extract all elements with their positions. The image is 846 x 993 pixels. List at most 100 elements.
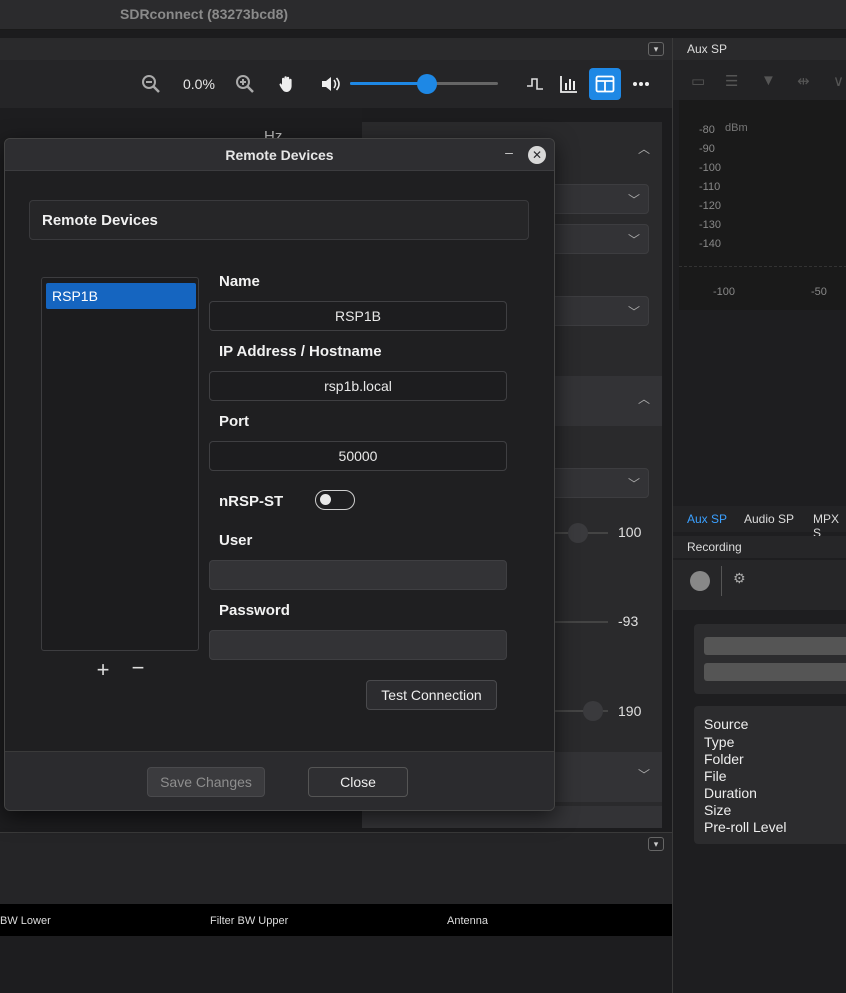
window-title: SDRconnect (83273bcd8) xyxy=(120,6,289,22)
dialog-footer: Save Changes Close xyxy=(5,751,554,810)
chevron-down-icon: ﹀ xyxy=(627,477,640,491)
column-header[interactable]: BW Lower xyxy=(0,915,51,927)
window-titlebar: SDRconnect (83273bcd8) xyxy=(0,0,846,30)
chart-icon[interactable] xyxy=(558,74,580,96)
db-label: -140 xyxy=(699,238,722,250)
info-label: Source xyxy=(704,716,749,732)
remote-devices-dialog: Remote Devices – ✕ Remote Devices RSP1B … xyxy=(4,138,555,811)
minimize-icon[interactable]: – xyxy=(502,144,516,160)
remove-device-button[interactable]: − xyxy=(128,655,148,681)
info-label: Type xyxy=(704,734,735,750)
aux-spectrum[interactable]: dBm -80 -90 -100 -110 -120 -130 -140 -10… xyxy=(679,100,846,310)
volume-knob[interactable] xyxy=(416,74,437,94)
info-label: Pre-roll Level xyxy=(704,819,787,835)
password-field[interactable] xyxy=(209,630,507,660)
port-label: Port xyxy=(219,413,249,430)
layout-button[interactable] xyxy=(589,68,621,100)
aux-toolbar: ▭ ☰ ▼ ⇹ ∨ xyxy=(673,60,846,100)
name-field[interactable] xyxy=(209,301,507,331)
ip-field[interactable] xyxy=(209,371,507,401)
add-device-button[interactable]: + xyxy=(93,657,113,683)
password-label: Password xyxy=(219,602,290,619)
volume-slider[interactable] xyxy=(350,74,498,94)
collapse-icon[interactable]: ︿ xyxy=(638,140,650,157)
more-icon[interactable] xyxy=(630,74,652,96)
recording-meters xyxy=(694,624,846,694)
user-field[interactable] xyxy=(209,560,507,590)
info-label: Duration xyxy=(704,785,757,801)
aux-title: Aux SP xyxy=(687,42,728,56)
chevron-down-icon: ﹀ xyxy=(627,305,640,319)
toolbar-strip: ▾ xyxy=(0,38,672,60)
chevron-down-icon: ﹀ xyxy=(627,193,640,207)
main-toolbar: 0.0% xyxy=(0,60,672,108)
name-label: Name xyxy=(219,273,260,290)
recording-header: Recording xyxy=(673,536,846,558)
recording-title: Recording xyxy=(687,540,742,554)
close-icon[interactable]: ✕ xyxy=(528,146,546,164)
value-190: 190 xyxy=(618,703,642,719)
db-label: -80 xyxy=(699,124,715,136)
db-label: -90 xyxy=(699,143,715,155)
spectrum-ticks xyxy=(679,266,846,276)
layout-icon xyxy=(595,75,615,93)
resize-icon[interactable]: ⇹ xyxy=(797,72,810,90)
table-header: BW Lower Filter BW Upper Antenna xyxy=(0,904,672,936)
marker-icon[interactable]: ∨ xyxy=(833,72,844,90)
waveform-icon[interactable] xyxy=(524,74,546,96)
value-100: 100 xyxy=(618,524,642,540)
user-label: User xyxy=(219,532,253,549)
recording-info: Source Type Folder File Duration Size Pr… xyxy=(694,706,846,844)
dialog-titlebar[interactable]: Remote Devices – ✕ xyxy=(5,139,554,171)
nrsp-toggle[interactable] xyxy=(315,490,355,510)
port-field[interactable] xyxy=(209,441,507,471)
meter-bar xyxy=(704,663,846,681)
zoom-in-icon[interactable] xyxy=(234,74,256,96)
device-list[interactable]: RSP1B xyxy=(41,277,199,651)
sp-tabs: Aux SP Audio SP MPX S xyxy=(673,506,846,540)
db-label: -100 xyxy=(699,162,722,174)
filter-icon[interactable]: ▼ xyxy=(761,72,776,89)
chevron-down-icon: ﹀ xyxy=(627,233,640,247)
db-label: -110 xyxy=(699,181,721,193)
slider-track[interactable] xyxy=(552,621,608,623)
list-item[interactable]: RSP1B xyxy=(46,283,196,309)
bottom-toolbar: ▾ xyxy=(0,832,672,904)
bottom-dropdown-icon[interactable]: ▾ xyxy=(648,837,664,851)
x-label: -100 xyxy=(713,286,736,298)
strip-dropdown-icon[interactable]: ▾ xyxy=(648,42,664,56)
dialog-title: Remote Devices xyxy=(225,147,334,163)
db-unit: dBm xyxy=(725,122,748,134)
close-button[interactable]: Close xyxy=(308,767,408,797)
record-icon[interactable] xyxy=(690,571,710,591)
sliders-icon[interactable]: ☰ xyxy=(725,72,738,90)
slider-thumb[interactable] xyxy=(568,523,588,543)
slider-thumb[interactable] xyxy=(583,701,603,721)
info-label: Size xyxy=(704,802,732,818)
ip-label: IP Address / Hostname xyxy=(219,343,382,360)
value-93: -93 xyxy=(618,613,639,629)
column-header[interactable]: Antenna xyxy=(447,915,488,927)
gear-icon[interactable]: ⚙ xyxy=(733,570,746,587)
zoom-out-icon[interactable] xyxy=(140,74,162,96)
pan-hand-icon[interactable] xyxy=(276,74,298,96)
db-label: -120 xyxy=(699,200,722,212)
db-label: -130 xyxy=(699,219,722,231)
info-label: File xyxy=(704,768,727,784)
save-changes-button[interactable]: Save Changes xyxy=(147,767,265,797)
dialog-header-label: Remote Devices xyxy=(42,212,158,229)
test-connection-button[interactable]: Test Connection xyxy=(366,680,497,710)
tab-audio-sp[interactable]: Audio SP xyxy=(744,512,794,526)
tab-aux-sp[interactable]: Aux SP xyxy=(687,512,727,526)
expand-icon[interactable]: ﹀ xyxy=(638,766,650,783)
x-label: -50 xyxy=(811,286,827,298)
toggle-knob xyxy=(320,494,331,505)
speaker-icon[interactable] xyxy=(320,74,342,96)
monitor-icon[interactable]: ▭ xyxy=(691,72,705,90)
dialog-body: Remote Devices RSP1B + − Name IP Address… xyxy=(5,171,554,751)
volume-fill xyxy=(350,82,427,85)
collapse-icon[interactable]: ︿ xyxy=(638,390,650,407)
column-header[interactable]: Filter BW Upper xyxy=(210,915,288,927)
divider xyxy=(721,566,722,596)
recording-toolbar: ⚙ xyxy=(673,560,846,610)
